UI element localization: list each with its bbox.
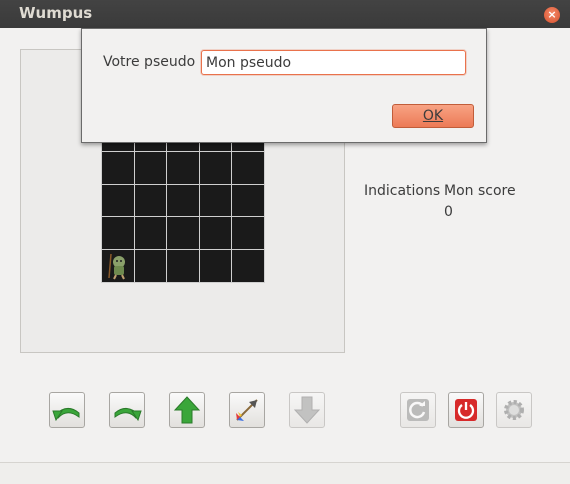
board-cell — [199, 184, 232, 217]
board-cell — [232, 184, 264, 217]
board-cell — [167, 250, 199, 282]
board-cell — [199, 151, 232, 184]
window-title: Wumpus — [19, 4, 93, 22]
board-cell — [134, 184, 167, 217]
board-cell — [134, 151, 167, 184]
up-arrow-icon — [173, 396, 201, 424]
hunter-icon — [108, 254, 125, 280]
board-cell — [232, 250, 264, 282]
board-cell — [102, 250, 134, 282]
pseudo-label: Votre pseudo — [103, 54, 196, 70]
board-cell — [167, 217, 199, 250]
board-cell — [102, 217, 134, 250]
board-cell — [199, 217, 232, 250]
board-cell — [232, 151, 264, 184]
turn-left-button[interactable] — [49, 392, 85, 428]
shoot-arrow-button[interactable] — [229, 392, 265, 428]
move-down-button[interactable] — [289, 392, 325, 428]
down-arrow-icon — [293, 396, 321, 424]
quit-button[interactable] — [448, 392, 484, 428]
turn-right-arrow-icon — [114, 408, 142, 421]
gear-icon — [504, 400, 524, 420]
indications-label: Indications — [364, 183, 441, 199]
pseudo-dialog: Votre pseudo OK — [81, 28, 487, 143]
score-label: Mon score — [444, 183, 516, 199]
close-icon[interactable]: × — [544, 7, 560, 23]
ok-button[interactable]: OK — [392, 104, 474, 128]
turn-right-button[interactable] — [109, 392, 145, 428]
board-cell — [134, 250, 167, 282]
refresh-icon — [407, 399, 429, 421]
score-value: 0 — [444, 204, 453, 220]
turn-left-arrow-icon — [52, 408, 80, 421]
board-cell — [102, 184, 134, 217]
settings-button[interactable] — [496, 392, 532, 428]
power-icon — [455, 399, 477, 421]
title-bar: Wumpus × — [0, 0, 570, 28]
pseudo-input[interactable] — [201, 50, 466, 75]
board-cell — [199, 250, 232, 282]
restart-button[interactable] — [400, 392, 436, 428]
board-cell — [167, 151, 199, 184]
board-cell — [232, 217, 264, 250]
board-cell — [167, 184, 199, 217]
status-bar — [0, 462, 570, 484]
board-cell — [134, 217, 167, 250]
arrow-projectile-icon — [236, 399, 258, 421]
board-cell — [102, 151, 134, 184]
move-forward-button[interactable] — [169, 392, 205, 428]
